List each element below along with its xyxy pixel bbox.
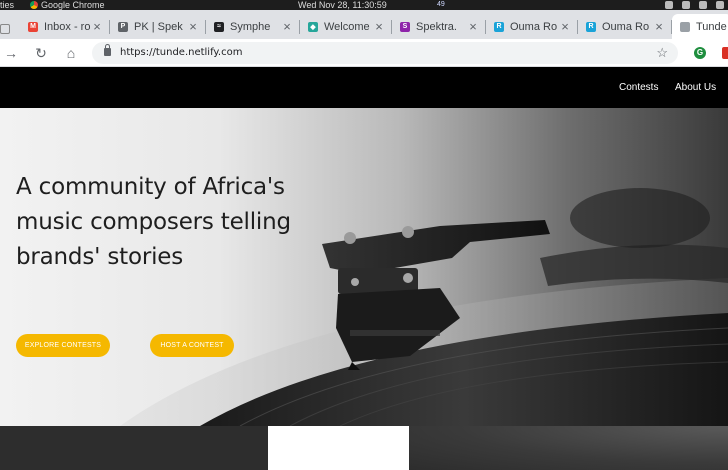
section-background-graphic <box>409 426 728 470</box>
ouma-icon: R <box>494 21 504 32</box>
tab-title: Spektra. <box>416 20 457 33</box>
url-text[interactable]: https://tunde.netlify.com <box>120 42 242 64</box>
close-tab-icon[interactable]: × <box>186 19 200 34</box>
app-name: Google Chrome <box>41 0 105 10</box>
page-icon <box>680 21 690 32</box>
address-bar[interactable]: https://tunde.netlify.com ☆ <box>92 42 678 64</box>
chrome-icon <box>30 1 38 9</box>
nav-link-about[interactable]: About Us <box>675 68 716 108</box>
extension-icon[interactable]: G <box>694 47 706 59</box>
explore-contests-button[interactable]: EXPLORE CONTESTS <box>16 334 110 357</box>
lock-icon[interactable] <box>104 44 111 56</box>
tab-title: Tunde T <box>696 20 728 33</box>
tab-title: Symphe <box>230 20 271 33</box>
browser-tab[interactable]: ≈ Symphe × <box>206 14 300 39</box>
host-contest-button[interactable]: HOST A CONTEST <box>150 334 234 357</box>
hero-section: A community of Africa's music composers … <box>0 108 728 426</box>
power-icon[interactable] <box>716 1 724 9</box>
tab-title: Welcome <box>324 20 370 33</box>
ouma-icon: R <box>586 21 596 32</box>
spektra-icon: S <box>400 21 410 32</box>
browser-tab[interactable]: Tunde T <box>672 14 728 39</box>
browser-tab[interactable]: R Ouma Ro × <box>486 14 578 39</box>
close-tab-icon[interactable]: × <box>652 19 666 34</box>
browser-tab[interactable]: M Inbox - ro × <box>20 14 110 39</box>
os-top-bar: ties Google Chrome Wed Nov 28, 11:30:59 … <box>0 0 728 10</box>
close-tab-icon[interactable]: × <box>280 19 294 34</box>
close-tab-icon[interactable]: × <box>466 19 480 34</box>
system-tray[interactable] <box>665 1 724 9</box>
tab-title: PK | Spek <box>134 20 183 33</box>
browser-tab[interactable]: ◆ Welcome × <box>300 14 392 39</box>
pk-icon: P <box>118 21 128 32</box>
symphony-icon: ≈ <box>214 21 224 32</box>
tab-title: Ouma Ro <box>602 20 650 33</box>
nav-link-contests[interactable]: Contests <box>619 68 658 108</box>
home-icon[interactable]: ⌂ <box>62 44 80 62</box>
network-icon[interactable] <box>665 1 673 9</box>
window-menu-icon[interactable] <box>0 24 10 34</box>
welcome-icon: ◆ <box>308 21 318 32</box>
battery-icon[interactable] <box>682 1 690 9</box>
next-section <box>0 426 728 470</box>
back-arrow-icon[interactable]: → <box>2 44 20 62</box>
browser-toolbar: → ↻ ⌂ https://tunde.netlify.com ☆ G <box>0 39 728 67</box>
bookmark-star-icon[interactable]: ☆ <box>656 42 668 64</box>
reload-icon[interactable]: ↻ <box>32 44 50 62</box>
extension-icon-2[interactable] <box>722 47 728 59</box>
close-tab-icon[interactable]: × <box>372 19 386 34</box>
tab-title: Inbox - ro <box>44 20 90 33</box>
app-menu[interactable]: Google Chrome <box>30 0 105 10</box>
gmail-icon: M <box>28 21 38 32</box>
content-card <box>268 426 409 470</box>
browser-tab-strip: M Inbox - ro × P PK | Spek × ≈ Symphe × ◆ Welcome ×… <box>0 10 728 39</box>
browser-tab[interactable]: S Spektra. × <box>392 14 486 39</box>
close-tab-icon[interactable]: × <box>558 19 572 34</box>
activities-label[interactable]: ties <box>0 0 14 10</box>
volume-icon[interactable] <box>699 1 707 9</box>
site-navbar: Contests About Us <box>0 68 728 108</box>
browser-tab[interactable]: P PK | Spek × <box>110 14 206 39</box>
browser-tab[interactable]: R Ouma Ro × <box>578 14 672 39</box>
hero-heading: A community of Africa's music composers … <box>16 174 291 270</box>
system-indicator: 49 <box>437 1 445 8</box>
system-clock[interactable]: Wed Nov 28, 11:30:59 <box>298 0 387 10</box>
tab-title: Ouma Ro <box>510 20 558 33</box>
close-tab-icon[interactable]: × <box>90 19 104 34</box>
